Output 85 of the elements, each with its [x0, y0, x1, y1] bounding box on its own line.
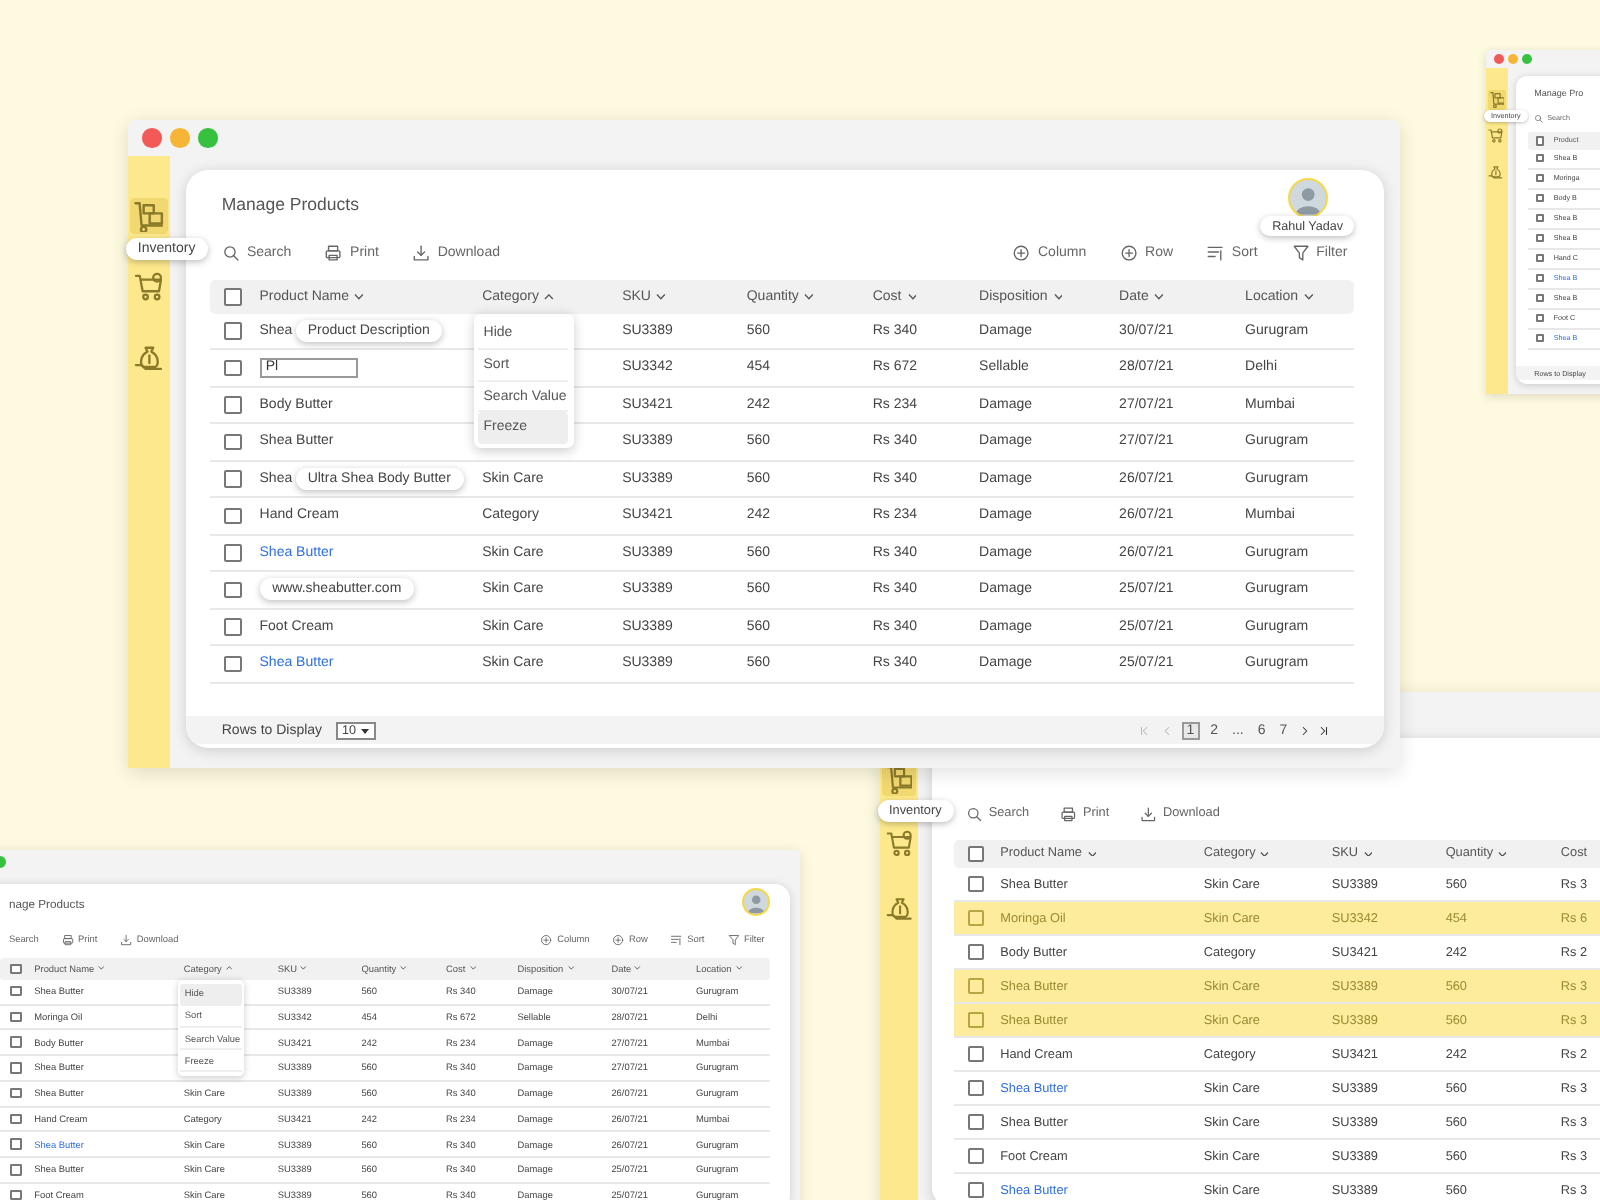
caret-icon — [359, 725, 370, 736]
row-checkbox[interactable] — [968, 1182, 984, 1199]
avatar[interactable] — [1287, 177, 1328, 218]
search-icon — [221, 243, 240, 263]
row-checkbox[interactable] — [10, 1036, 23, 1048]
previous-page-icon — [1159, 723, 1174, 738]
hand-truck-icon — [134, 201, 164, 232]
row-checkbox[interactable] — [224, 359, 242, 377]
row-checkbox[interactable] — [1535, 253, 1545, 263]
row-checkbox[interactable] — [1535, 153, 1545, 163]
hand-truck-icon — [885, 766, 913, 795]
hand-truck-icon — [1489, 91, 1505, 108]
row-checkbox[interactable] — [224, 544, 242, 562]
cart-icon — [1488, 127, 1505, 144]
printer-icon — [61, 933, 74, 946]
row-checkbox[interactable] — [1535, 233, 1545, 243]
row-checkbox[interactable] — [224, 581, 242, 599]
row-checkbox[interactable] — [10, 1113, 23, 1125]
money-bag-icon — [885, 894, 914, 923]
printer-icon — [1059, 805, 1077, 822]
download-icon — [1139, 805, 1157, 822]
sort-icon — [670, 933, 683, 946]
row-checkbox[interactable] — [10, 1189, 23, 1200]
row-checkbox[interactable] — [968, 944, 984, 961]
filter-icon — [727, 933, 740, 946]
row-checkbox[interactable] — [224, 655, 242, 673]
filter-icon — [1291, 243, 1310, 263]
row-checkbox[interactable] — [1535, 173, 1545, 183]
cart-icon — [133, 271, 165, 302]
cart-icon — [885, 830, 914, 859]
row-checkbox[interactable] — [224, 396, 242, 414]
select-all-checkbox[interactable] — [968, 846, 984, 862]
row-checkbox[interactable] — [1535, 193, 1545, 203]
row-checkbox[interactable] — [224, 507, 242, 525]
plus-circle-icon — [540, 933, 553, 946]
sidebar-item[interactable] — [130, 198, 168, 235]
sidebar-item[interactable] — [130, 268, 168, 305]
close-button[interactable] — [1493, 54, 1504, 65]
row-checkbox[interactable] — [10, 1087, 23, 1099]
row-checkbox[interactable] — [224, 470, 242, 488]
next-page-icon — [1298, 723, 1313, 738]
close-button[interactable] — [142, 128, 162, 148]
row-checkbox[interactable] — [10, 1138, 23, 1150]
select-all-checkbox[interactable] — [1535, 136, 1545, 146]
row-checkbox[interactable] — [224, 322, 242, 340]
plus-circle-icon — [1012, 243, 1031, 263]
printer-icon — [324, 243, 344, 263]
row-checkbox[interactable] — [224, 618, 242, 636]
row-checkbox[interactable] — [968, 1080, 984, 1097]
sort-icon — [1206, 243, 1225, 263]
row-checkbox[interactable] — [968, 1046, 984, 1063]
row-checkbox[interactable] — [10, 1062, 23, 1074]
row-checkbox[interactable] — [1535, 213, 1545, 223]
sidebar-item[interactable] — [1487, 162, 1507, 181]
download-icon — [119, 933, 133, 946]
money-bag-icon — [133, 341, 165, 372]
sidebar-item[interactable] — [1487, 90, 1507, 110]
money-bag-icon — [1488, 163, 1505, 180]
plus-circle-icon — [1119, 243, 1139, 263]
search-icon — [965, 805, 983, 822]
last-page-icon — [1316, 723, 1331, 738]
row-checkbox[interactable] — [968, 1114, 984, 1131]
plus-circle-icon — [612, 933, 625, 946]
row-checkbox[interactable] — [10, 1011, 23, 1023]
row-checkbox[interactable] — [1535, 333, 1545, 343]
row-checkbox[interactable] — [1535, 293, 1545, 303]
row-checkbox[interactable] — [968, 1012, 984, 1029]
row-checkbox[interactable] — [1535, 313, 1545, 323]
row-checkbox[interactable] — [968, 910, 984, 927]
row-checkbox[interactable] — [224, 433, 242, 451]
sidebar-item[interactable] — [882, 827, 916, 861]
row-checkbox[interactable] — [10, 985, 23, 997]
search-icon — [1534, 113, 1544, 123]
select-all-checkbox[interactable] — [10, 963, 23, 975]
download-icon — [412, 243, 431, 263]
select-all-checkbox[interactable] — [224, 288, 242, 306]
sidebar-item[interactable] — [1487, 126, 1507, 145]
row-checkbox[interactable] — [968, 978, 984, 995]
row-checkbox[interactable] — [10, 1164, 23, 1176]
avatar[interactable] — [741, 888, 770, 917]
row-checkbox[interactable] — [1535, 273, 1545, 283]
row-checkbox[interactable] — [968, 876, 984, 893]
row-checkbox[interactable] — [968, 1148, 984, 1165]
page-title: Manage Products — [221, 194, 359, 215]
first-page-icon — [1137, 723, 1152, 738]
